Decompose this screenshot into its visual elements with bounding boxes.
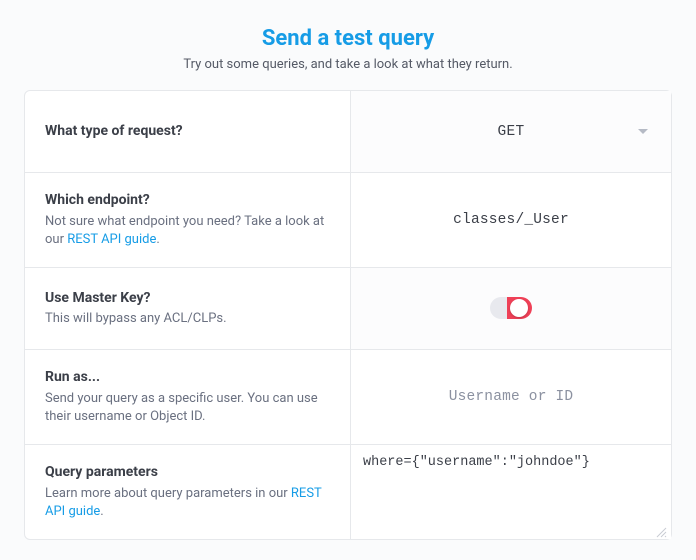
- endpoint-input[interactable]: [351, 173, 671, 267]
- test-query-panel: Send a test query Try out some queries, …: [0, 0, 696, 560]
- label-endpoint: Which endpoint?: [45, 191, 330, 211]
- label-cell-request-type: What type of request?: [25, 91, 350, 172]
- desc-endpoint: Not sure what endpoint you need? Take a …: [45, 213, 330, 249]
- row-run-as: Run as... Send your query as a specific …: [25, 350, 671, 445]
- rest-api-guide-link[interactable]: REST API guide: [67, 232, 156, 247]
- row-query-params: Query parameters Learn more about query …: [25, 445, 671, 539]
- request-type-select[interactable]: GET: [351, 91, 671, 172]
- label-cell-endpoint: Which endpoint? Not sure what endpoint y…: [25, 173, 350, 267]
- chevron-down-icon: [637, 128, 649, 136]
- control-endpoint: [350, 173, 671, 267]
- desc-run-as: Send your query as a specific user. You …: [45, 390, 330, 426]
- control-query-params: [350, 445, 671, 539]
- label-request-type: What type of request?: [45, 122, 330, 142]
- row-request-type: What type of request? GET: [25, 91, 671, 173]
- label-cell-query-params: Query parameters Learn more about query …: [25, 445, 350, 539]
- control-run-as: [350, 350, 671, 444]
- label-cell-master-key: Use Master Key? This will bypass any ACL…: [25, 268, 350, 349]
- desc-master-key: This will bypass any ACL/CLPs.: [45, 310, 330, 328]
- label-master-key: Use Master Key?: [45, 289, 330, 309]
- label-cell-run-as: Run as... Send your query as a specific …: [25, 350, 350, 444]
- control-master-key: [350, 268, 671, 349]
- control-request-type: GET: [350, 91, 671, 172]
- form-panel: What type of request? GET Which endpoint…: [24, 90, 672, 540]
- row-master-key: Use Master Key? This will bypass any ACL…: [25, 268, 671, 350]
- request-type-value: GET: [497, 124, 524, 140]
- query-params-textarea[interactable]: [351, 445, 671, 539]
- master-key-toggle[interactable]: [490, 297, 532, 319]
- page-title: Send a test query: [24, 26, 672, 51]
- toggle-knob: [510, 299, 528, 317]
- page-subtitle: Try out some queries, and take a look at…: [24, 57, 672, 72]
- label-query-params: Query parameters: [45, 463, 330, 483]
- desc-query-params-prefix: Learn more about query parameters in our: [45, 486, 291, 501]
- desc-query-params-suffix: .: [100, 504, 103, 519]
- desc-query-params: Learn more about query parameters in our…: [45, 485, 330, 521]
- run-as-input[interactable]: [351, 350, 671, 444]
- row-endpoint: Which endpoint? Not sure what endpoint y…: [25, 173, 671, 268]
- label-run-as: Run as...: [45, 368, 330, 388]
- desc-endpoint-suffix: .: [156, 232, 159, 247]
